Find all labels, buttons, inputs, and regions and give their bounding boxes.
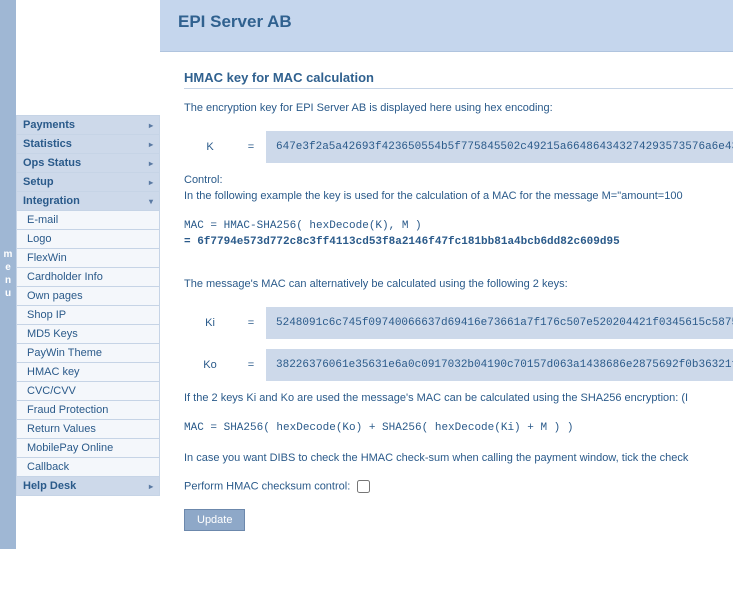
section-title: HMAC key for MAC calculation <box>184 70 733 89</box>
sidebar-item-label: Integration <box>23 195 80 207</box>
sidebar-sub-flexwin[interactable]: FlexWin <box>17 249 159 268</box>
sidebar-sub-hmac-key[interactable]: HMAC key <box>17 363 159 382</box>
sidebar-item-label: Statistics <box>23 138 72 150</box>
mac-line2: = 6f7794e573d772c8c3ff4113cd53f8a2146f47… <box>184 236 620 248</box>
sidebar-sub-email[interactable]: E-mail <box>17 211 159 230</box>
sidebar-item-label: Shop IP <box>27 309 66 321</box>
sidebar-item-integration[interactable]: Integration ▾ <box>17 192 159 211</box>
update-button[interactable]: Update <box>184 509 245 531</box>
sidebar-sub-cvc-cvv[interactable]: CVC/CVV <box>17 382 159 401</box>
want-check-text: In case you want DIBS to check the HMAC … <box>184 451 733 467</box>
key-ki-label: Ki <box>184 317 236 329</box>
sidebar-item-label: Fraud Protection <box>27 404 108 416</box>
equals-sign: = <box>236 317 266 329</box>
mac-formula2: MAC = SHA256( hexDecode(Ko) + SHA256( he… <box>184 421 733 437</box>
equals-sign: = <box>236 141 266 153</box>
sidebar-item-label: PayWin Theme <box>27 347 102 359</box>
checksum-control-row: Perform HMAC checksum control: <box>184 480 733 493</box>
sidebar-sub-fraud-protection[interactable]: Fraud Protection <box>17 401 159 420</box>
sidebar-item-label: E-mail <box>27 214 58 226</box>
chevron-right-icon: ▸ <box>149 159 153 168</box>
key-k-value: 647e3f2a5a42693f423650554b5f775845502c49… <box>266 131 733 163</box>
key-ki-value: 5248091c6c745f09740066637d69416e73661a7f… <box>266 307 733 339</box>
control-block: Control: In the following example the ke… <box>184 173 733 205</box>
control-label: Control: <box>184 174 223 186</box>
sidebar-item-label: Help Desk <box>23 480 76 492</box>
sidebar-sub-md5-keys[interactable]: MD5 Keys <box>17 325 159 344</box>
menu-tab: menu <box>0 0 16 549</box>
alt-intro: The message's MAC can alternatively be c… <box>184 277 733 293</box>
sidebar-item-setup[interactable]: Setup ▸ <box>17 173 159 192</box>
key-row-ko: Ko = 38226376061e35631e6a0c0917032b04190… <box>184 349 733 381</box>
chevron-right-icon: ▸ <box>149 178 153 187</box>
sidebar-sub-logo[interactable]: Logo <box>17 230 159 249</box>
key-k-label: K <box>184 141 236 153</box>
sidebar-sub-mobilepay-online[interactable]: MobilePay Online <box>17 439 159 458</box>
equals-sign: = <box>236 359 266 371</box>
sidebar-item-payments[interactable]: Payments ▸ <box>17 116 159 135</box>
sidebar-item-label: MD5 Keys <box>27 328 78 340</box>
sidebar-item-label: Cardholder Info <box>27 271 103 283</box>
key-ko-label: Ko <box>184 359 236 371</box>
checksum-checkbox[interactable] <box>357 480 370 493</box>
sidebar-item-label: Payments <box>23 119 75 131</box>
intro-text: The encryption key for EPI Server AB is … <box>184 101 733 117</box>
key-row-ki: Ki = 5248091c6c745f09740066637d69416e736… <box>184 307 733 339</box>
sidebar-sub-paywin-theme[interactable]: PayWin Theme <box>17 344 159 363</box>
sidebar-item-statistics[interactable]: Statistics ▸ <box>17 135 159 154</box>
sidebar-item-label: Ops Status <box>23 157 81 169</box>
chevron-right-icon: ▸ <box>149 121 153 130</box>
sidebar-sub-return-values[interactable]: Return Values <box>17 420 159 439</box>
sidebar-item-label: Callback <box>27 461 69 473</box>
sidebar-item-ops-status[interactable]: Ops Status ▸ <box>17 154 159 173</box>
sidebar-sub-shop-ip[interactable]: Shop IP <box>17 306 159 325</box>
sidebar-sub-callback[interactable]: Callback <box>17 458 159 477</box>
sidebar-item-label: Logo <box>27 233 51 245</box>
page-title: EPI Server AB <box>178 12 715 32</box>
mac-line1: MAC = HMAC-SHA256( hexDecode(K), M ) <box>184 220 422 232</box>
sidebar-sub-cardholder-info[interactable]: Cardholder Info <box>17 268 159 287</box>
checksum-label: Perform HMAC checksum control: <box>184 481 350 493</box>
sidebar-item-label: MobilePay Online <box>27 442 113 454</box>
sidebar-item-help-desk[interactable]: Help Desk ▸ <box>17 477 159 496</box>
sidebar-menu: Payments ▸ Statistics ▸ Ops Status ▸ Set… <box>16 115 160 496</box>
key-ko-value: 38226376061e35631e6a0c0917032b04190c7015… <box>266 349 733 381</box>
page-header: EPI Server AB <box>160 0 733 52</box>
chevron-right-icon: ▸ <box>149 482 153 491</box>
sidebar-item-label: HMAC key <box>27 366 80 378</box>
sidebar-item-label: FlexWin <box>27 252 67 264</box>
key-row-k: K = 647e3f2a5a42693f423650554b5f77584550… <box>184 131 733 163</box>
two-keys-text: If the 2 keys Ki and Ko are used the mes… <box>184 391 733 407</box>
chevron-down-icon: ▾ <box>149 197 153 206</box>
control-text: In the following example the key is used… <box>184 190 683 202</box>
sidebar-item-label: Return Values <box>27 423 96 435</box>
sidebar-item-label: Setup <box>23 176 54 188</box>
sidebar-item-label: Own pages <box>27 290 83 302</box>
chevron-right-icon: ▸ <box>149 140 153 149</box>
sidebar-item-label: CVC/CVV <box>27 385 76 397</box>
sidebar-sub-own-pages[interactable]: Own pages <box>17 287 159 306</box>
mac-example: MAC = HMAC-SHA256( hexDecode(K), M ) = 6… <box>184 219 733 251</box>
